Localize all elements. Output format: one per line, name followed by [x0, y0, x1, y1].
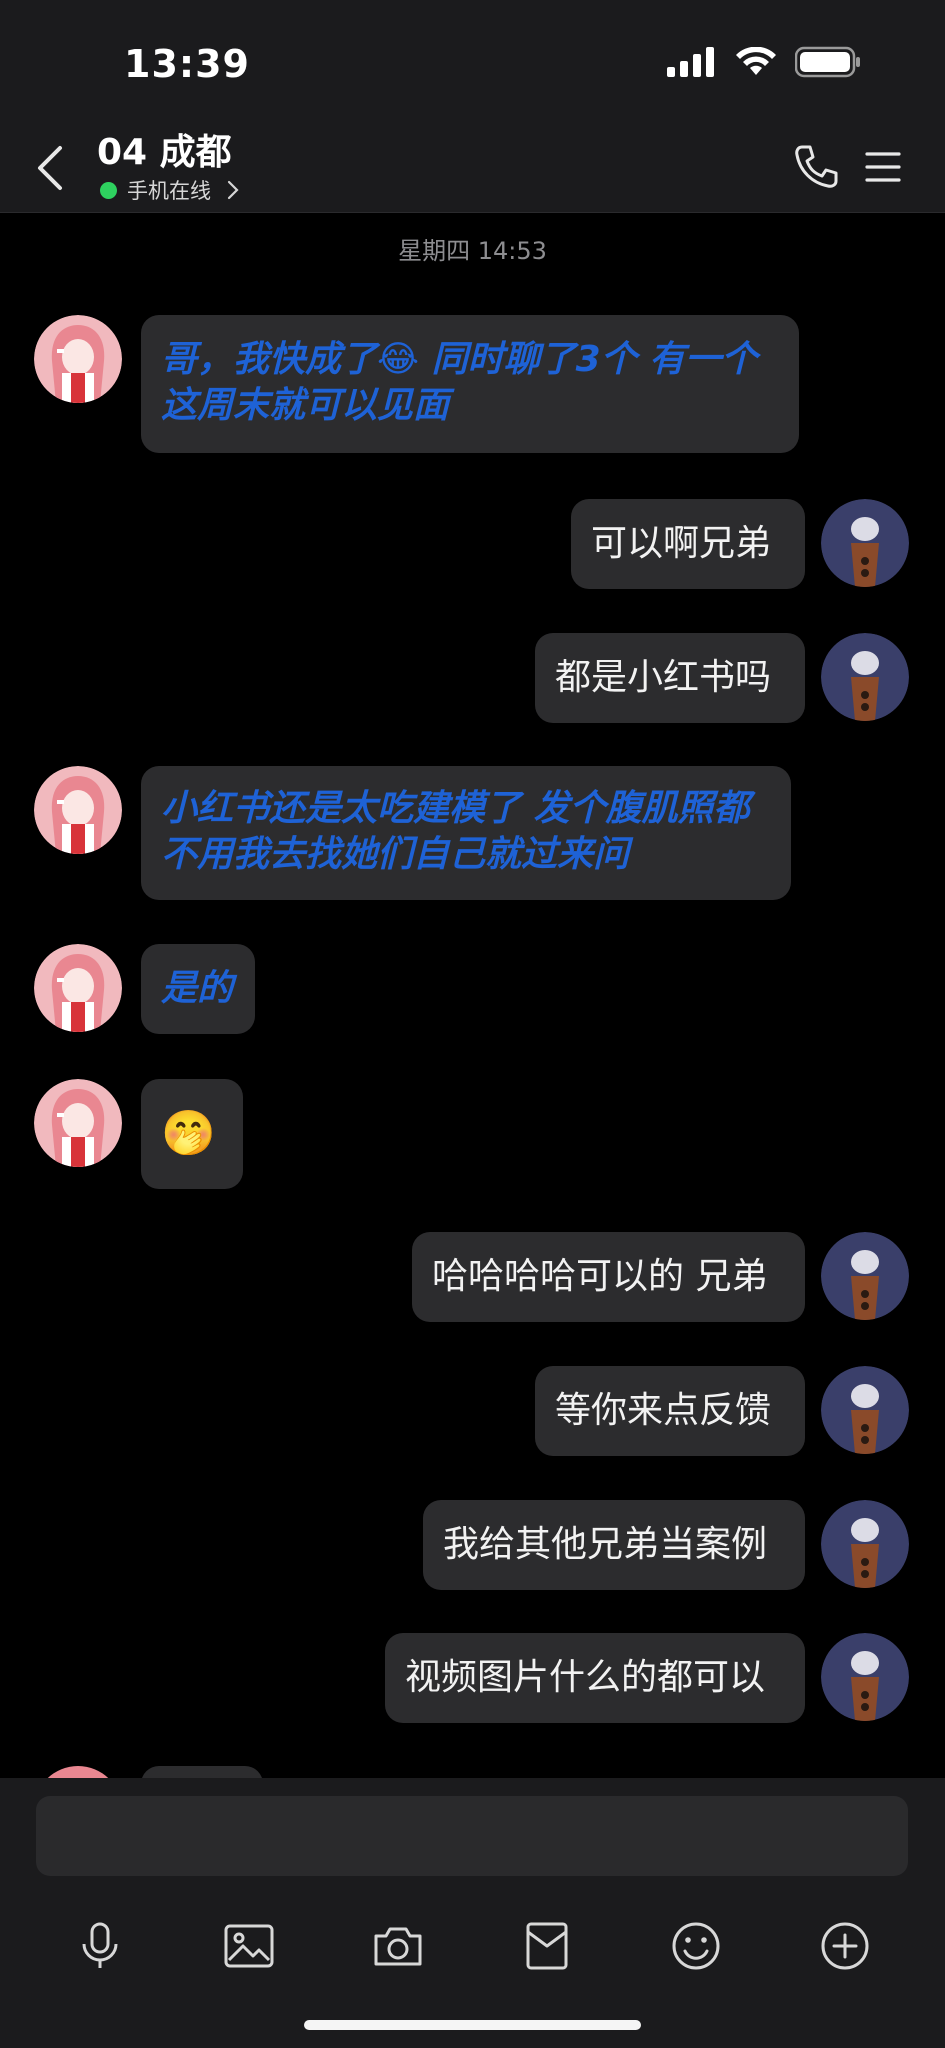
message-text: 是的 — [161, 968, 234, 1009]
online-dot-icon — [100, 181, 117, 199]
online-status-text: 手机在线 — [127, 179, 211, 203]
message-row: 我给其他兄弟当案例 — [0, 1500, 945, 1590]
emoji-message: 🤭 — [161, 1108, 216, 1159]
mic-icon[interactable] — [72, 1918, 128, 1974]
phone-call-icon[interactable] — [792, 143, 840, 191]
message-row: 是的 — [0, 944, 945, 1034]
status-time: 13:39 — [124, 42, 250, 86]
camera-icon[interactable] — [370, 1918, 426, 1974]
emoji-icon[interactable] — [668, 1918, 724, 1974]
self-avatar[interactable] — [821, 1500, 909, 1588]
message-input[interactable] — [36, 1796, 908, 1876]
message-bubble[interactable] — [141, 1766, 263, 1778]
input-bar — [0, 1778, 945, 2048]
contact-avatar[interactable] — [34, 766, 122, 854]
message-text: 哈哈哈哈可以的 兄弟 — [432, 1256, 768, 1297]
contact-avatar[interactable] — [34, 1079, 122, 1167]
back-arrow-icon[interactable] — [30, 143, 70, 193]
message-bubble[interactable]: 🤭 — [141, 1079, 243, 1189]
contact-avatar[interactable] — [34, 315, 122, 403]
contact-avatar[interactable] — [34, 1766, 122, 1778]
signal-icon — [667, 47, 714, 77]
status-bar: 13:39 — [0, 0, 945, 115]
message-text: 我给其他兄弟当案例 — [443, 1524, 768, 1565]
menu-icon[interactable] — [863, 147, 903, 187]
redpacket-icon[interactable] — [519, 1918, 575, 1974]
chat-header: 04 成都 手机在线 — [0, 115, 945, 213]
message-row-partial — [0, 1766, 945, 1778]
message-bubble[interactable]: 都是小红书吗 — [535, 633, 805, 723]
message-row: 哈哈哈哈可以的 兄弟 — [0, 1232, 945, 1322]
message-text: 小红书还是太吃建模了 发个腹肌照都 — [161, 788, 750, 829]
online-status[interactable]: 手机在线 — [100, 175, 239, 205]
input-toolbar — [0, 1918, 945, 1974]
chat-messages[interactable]: 星期四 14:53 哥，我快成了😂 同时聊了3个 有一个 这周末就可以见面 可以… — [0, 213, 945, 1778]
chevron-right-icon — [227, 180, 239, 200]
message-row: 可以啊兄弟 — [0, 499, 945, 589]
message-text: 可以啊兄弟 — [591, 523, 772, 564]
message-bubble[interactable]: 是的 — [141, 944, 255, 1034]
home-indicator[interactable] — [304, 2020, 641, 2030]
message-row: 哥，我快成了😂 同时聊了3个 有一个 这周末就可以见面 — [0, 315, 945, 455]
self-avatar[interactable] — [821, 633, 909, 721]
message-text: 哥，我快成了😂 同时聊了3个 有一个 — [161, 339, 758, 380]
self-avatar[interactable] — [821, 1366, 909, 1454]
message-row: 视频图片什么的都可以 — [0, 1633, 945, 1723]
plus-icon[interactable] — [817, 1918, 873, 1974]
message-row: 小红书还是太吃建模了 发个腹肌照都 不用我去找她们自己就过来问 — [0, 766, 945, 900]
message-bubble[interactable]: 可以啊兄弟 — [571, 499, 805, 589]
message-bubble[interactable]: 我给其他兄弟当案例 — [423, 1500, 805, 1590]
message-text: 都是小红书吗 — [555, 657, 772, 698]
image-icon[interactable] — [221, 1918, 277, 1974]
chat-title[interactable]: 04 成都 — [97, 123, 232, 175]
message-bubble[interactable]: 等你来点反馈 — [535, 1366, 805, 1456]
message-text: 不用我去找她们自己就过来问 — [161, 834, 630, 875]
battery-icon — [795, 46, 860, 78]
message-text: 视频图片什么的都可以 — [405, 1657, 766, 1698]
message-bubble[interactable]: 哈哈哈哈可以的 兄弟 — [412, 1232, 805, 1322]
self-avatar[interactable] — [821, 1633, 909, 1721]
message-timestamp: 星期四 14:53 — [398, 237, 547, 265]
message-text: 这周末就可以见面 — [161, 385, 450, 426]
self-avatar[interactable] — [821, 1232, 909, 1320]
message-bubble[interactable]: 小红书还是太吃建模了 发个腹肌照都 不用我去找她们自己就过来问 — [141, 766, 791, 900]
wifi-icon — [736, 47, 776, 75]
message-row: 🤭 — [0, 1079, 945, 1189]
message-row: 等你来点反馈 — [0, 1366, 945, 1456]
message-bubble[interactable]: 视频图片什么的都可以 — [385, 1633, 805, 1723]
self-avatar[interactable] — [821, 499, 909, 587]
message-text: 等你来点反馈 — [555, 1390, 772, 1431]
message-bubble[interactable]: 哥，我快成了😂 同时聊了3个 有一个 这周末就可以见面 — [141, 315, 799, 453]
message-row: 都是小红书吗 — [0, 633, 945, 723]
contact-avatar[interactable] — [34, 944, 122, 1032]
